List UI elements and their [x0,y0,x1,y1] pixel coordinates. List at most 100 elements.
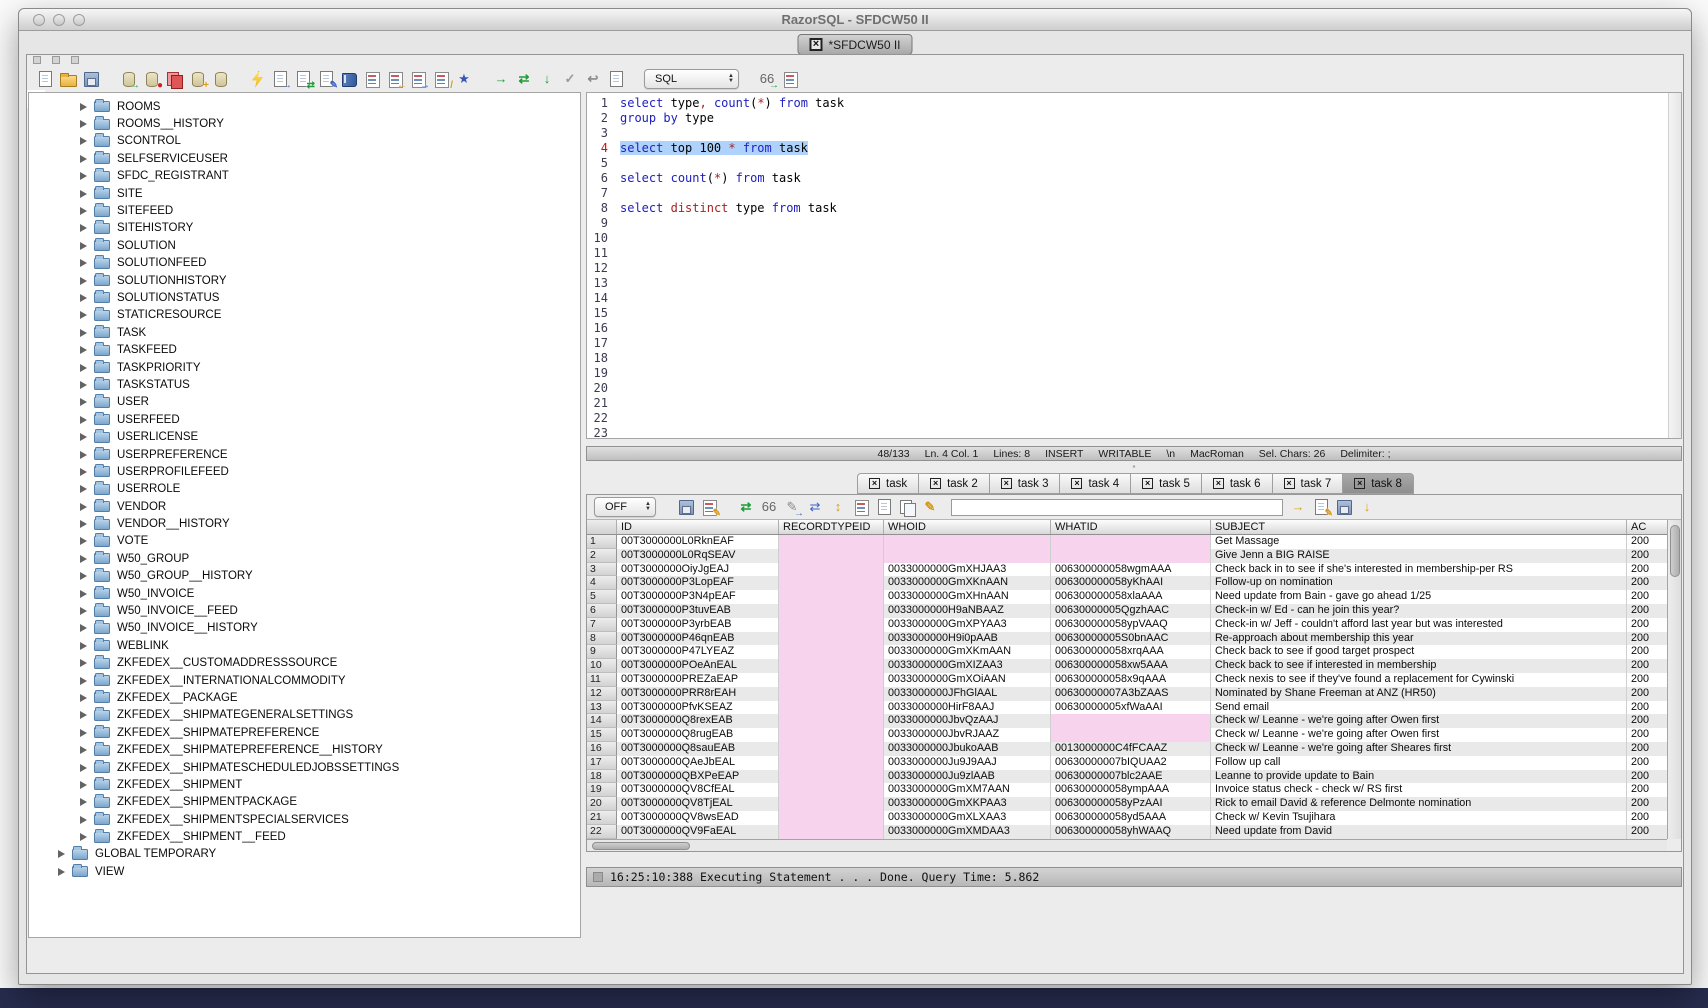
generate-script-icon[interactable]: ✎ [317,70,335,88]
tree-item-solutionfeed[interactable]: SOLUTIONFEED [29,255,580,272]
disclosure-triangle-icon[interactable] [80,764,87,772]
cell-whoid[interactable]: 0033000000GmXKPAA3 [884,797,1051,811]
tab-close-icon[interactable]: × [869,478,880,489]
disclosure-triangle-icon[interactable] [80,137,87,145]
edit-cell-icon[interactable]: ✎→ [783,498,801,516]
zoom-window-button[interactable] [73,14,85,26]
cell-recordtypeid[interactable] [779,756,884,770]
table-row[interactable]: 1000T3000000POeAnEAL0033000000GmXIZAA300… [587,659,1667,673]
cell-whoid[interactable]: 0033000000H9i0pAAB [884,632,1051,646]
row-number[interactable]: 4 [587,576,617,590]
cell-whatid[interactable]: 006300000058xrqAAA [1051,645,1211,659]
result-tab-task-3[interactable]: ×task 3 [989,473,1060,494]
cell-subject[interactable]: Check-in w/ Jeff - couldn't afford last … [1211,618,1627,632]
tree-item-zkfedex__shipmentspecialservices[interactable]: ZKFEDEX__SHIPMENTSPECIALSERVICES [29,811,580,828]
table-row[interactable]: 1500T3000000Q8rugEAB0033000000JbvRJAAZCh… [587,728,1667,742]
cell-subject[interactable]: Invoice status check - check w/ RS first [1211,783,1627,797]
tree-item-taskpriority[interactable]: TASKPRIORITY [29,359,580,376]
cell-recordtypeid[interactable] [779,590,884,604]
row-number[interactable]: 21 [587,811,617,825]
disclosure-triangle-icon[interactable] [80,642,87,650]
cell-ac[interactable]: 200 [1627,604,1667,618]
disclosure-triangle-icon[interactable] [80,346,87,354]
code-line-5[interactable] [620,156,1668,171]
table-row[interactable]: 1600T3000000Q8sauEAB0033000000JbukoAAB00… [587,742,1667,756]
go-next-icon[interactable]: → [1289,498,1307,516]
format-sql-icon[interactable]: / [432,70,450,88]
cell-whoid[interactable]: 0033000000JbvQzAAJ [884,714,1051,728]
tree-item-scontrol[interactable]: SCONTROL [29,133,580,150]
disclosure-triangle-icon[interactable] [80,329,87,337]
cell-whatid[interactable]: 006300000058xlaAAA [1051,590,1211,604]
cell-id[interactable]: 00T3000000QV9FaEAL [617,825,779,839]
minimize-window-button[interactable] [53,14,65,26]
cell-whoid[interactable]: 0033000000JbukoAAB [884,742,1051,756]
help-book-icon[interactable] [340,70,358,88]
tree-item-zkfedex__customaddresssource[interactable]: ZKFEDEX__CUSTOMADDRESSSOURCE [29,655,580,672]
disconnect-icon[interactable]: ● [142,70,160,88]
table-row[interactable]: 1200T3000000PRR8rEAH0033000000JFhGlAAL00… [587,687,1667,701]
tree-item-sitehistory[interactable]: SITEHISTORY [29,220,580,237]
cell-subject[interactable]: Nominated by Shane Freeman at ANZ (HR50) [1211,687,1627,701]
table-row[interactable]: 500T3000000P3N4pEAF0033000000GmXHnAAN006… [587,590,1667,604]
cell-ac[interactable]: 200 [1627,687,1667,701]
cell-recordtypeid[interactable] [779,728,884,742]
cell-id[interactable]: 00T3000000PREZaEAP [617,673,779,687]
result-tab-task-8[interactable]: ×task 8 [1342,473,1414,494]
code-line-3[interactable] [620,126,1668,141]
tree-item-zkfedex__shipmatepreference[interactable]: ZKFEDEX__SHIPMATEPREFERENCE [29,724,580,741]
row-number[interactable]: 22 [587,825,617,839]
results-search-input[interactable] [951,499,1283,516]
cell-whatid[interactable] [1051,535,1211,549]
connection-tab-close-icon[interactable]: × [809,38,822,51]
cell-id[interactable]: 00T3000000QV8TjEAL [617,797,779,811]
cell-whoid[interactable] [884,549,1051,563]
cell-subject[interactable]: Check w/ Leanne - we're going after Shea… [1211,742,1627,756]
cell-whoid[interactable]: 0033000000HirF8AAJ [884,701,1051,715]
cell-subject[interactable]: Check nexis to see if they've found a re… [1211,673,1627,687]
cell-ac[interactable]: 200 [1627,756,1667,770]
tree-item-user[interactable]: USER [29,394,580,411]
cell-id[interactable]: 00T3000000QBXPeEAP [617,770,779,784]
cell-whatid[interactable]: 00630000007blc2AAE [1051,770,1211,784]
disclosure-triangle-icon[interactable] [80,416,87,424]
cell-whoid[interactable]: 0033000000GmXLXAA3 [884,811,1051,825]
splitter-grip[interactable] [1126,464,1142,469]
cell-id[interactable]: 00T3000000POeAnEAL [617,659,779,673]
new-file-icon[interactable] [36,70,54,88]
cell-whatid[interactable]: 006300000058xw5AAA [1051,659,1211,673]
tree-item-rooms__history[interactable]: ROOMS__HISTORY [29,115,580,132]
cell-id[interactable]: 00T3000000PfvKSEAZ [617,701,779,715]
cell-id[interactable]: 00T3000000P3N4pEAF [617,590,779,604]
sort-icon[interactable]: ↕ [829,498,847,516]
execute-lightning-icon[interactable] [248,70,266,88]
form-view-icon[interactable] [875,498,893,516]
table-row[interactable]: 400T3000000P3LopEAF0033000000GmXKnAAN006… [587,576,1667,590]
tree-item-vendor[interactable]: VENDOR [29,498,580,515]
cell-whatid[interactable]: 006300000058ypVAAQ [1051,618,1211,632]
cell-ac[interactable]: 200 [1627,632,1667,646]
cell-recordtypeid[interactable] [779,632,884,646]
cell-whoid[interactable]: 0033000000GmXKmAAN [884,645,1051,659]
disclosure-triangle-icon[interactable] [80,624,87,632]
cell-subject[interactable]: Rick to email David & reference Delmonte… [1211,797,1627,811]
disclosure-triangle-icon[interactable] [80,311,87,319]
columns-icon[interactable] [852,498,870,516]
cell-ac[interactable]: 200 [1627,563,1667,577]
code-line-6[interactable]: select count(*) from task [620,171,1668,186]
result-tab-task-4[interactable]: ×task 4 [1059,473,1130,494]
cell-subject[interactable]: Need update from David [1211,825,1627,839]
cell-ac[interactable]: 200 [1627,797,1667,811]
connection-tab[interactable]: × *SFDCW50 II [797,34,912,55]
column-header-SUBJECT[interactable]: SUBJECT [1211,520,1627,534]
table-row[interactable]: 1100T3000000PREZaEAP0033000000GmXOiAAN00… [587,673,1667,687]
cell-subject[interactable]: Get Massage [1211,535,1627,549]
cell-ac[interactable]: 200 [1627,576,1667,590]
describe-table-icon[interactable] [363,70,381,88]
code-line-7[interactable] [620,186,1668,201]
table-row[interactable]: 2200T3000000QV9FaEAL0033000000GmXMDAA300… [587,825,1667,839]
cell-subject[interactable]: Check w/ Kevin Tsujihara [1211,811,1627,825]
disclosure-triangle-icon[interactable] [80,816,87,824]
cell-id[interactable]: 00T3000000L0RknEAF [617,535,779,549]
row-number[interactable]: 17 [587,756,617,770]
